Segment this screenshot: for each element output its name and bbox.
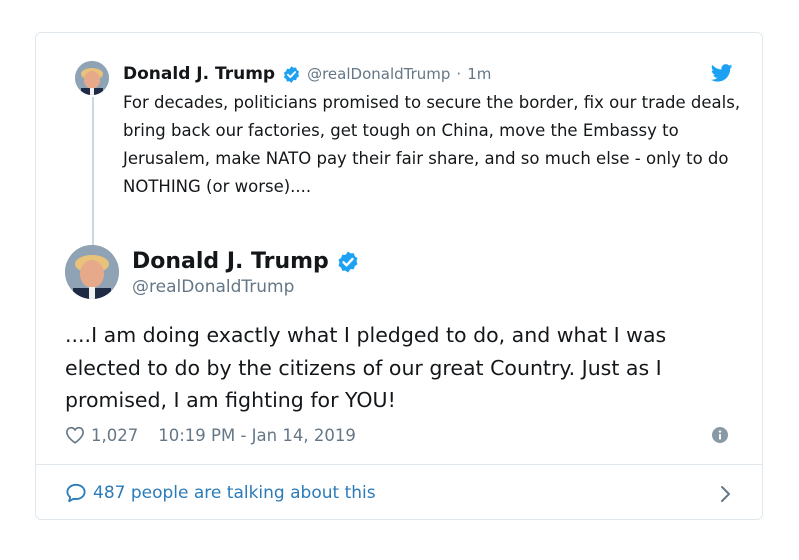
main-author-name[interactable]: Donald J. Trump	[132, 249, 329, 274]
like-count[interactable]: 1,027	[91, 426, 138, 445]
twitter-bird-icon[interactable]	[711, 64, 733, 82]
verified-badge-icon	[336, 250, 360, 274]
parent-tweet-text: For decades, politicians promised to sec…	[123, 93, 741, 196]
main-handle[interactable]: @realDonaldTrump	[132, 277, 294, 297]
speech-bubble-icon	[65, 483, 87, 503]
chevron-right-icon[interactable]	[719, 485, 731, 503]
separator-dot: ·	[456, 65, 462, 83]
info-icon[interactable]	[712, 427, 728, 443]
parent-handle[interactable]: @realDonaldTrump	[307, 65, 450, 83]
conversation-link[interactable]: 487 people are talking about this	[65, 479, 733, 507]
embedded-tweet-card: Donald J. Trump @realDonaldTrump · 1m Fo…	[35, 32, 763, 520]
main-author-row: Donald J. Trump	[132, 249, 360, 274]
talking-count-label: 487 people are talking about this	[93, 483, 376, 503]
verified-badge-icon	[282, 65, 301, 84]
main-avatar[interactable]	[65, 245, 119, 299]
tweet-meta-row: 1,027 10:19 PM - Jan 14, 2019	[65, 422, 356, 448]
parent-author-name[interactable]: Donald J. Trump	[123, 64, 275, 84]
parent-time[interactable]: 1m	[467, 65, 491, 83]
parent-tweet-header: Donald J. Trump @realDonaldTrump · 1m	[123, 62, 491, 86]
heart-icon[interactable]	[65, 426, 85, 444]
tweet-timestamp[interactable]: 10:19 PM - Jan 14, 2019	[158, 426, 356, 445]
parent-avatar[interactable]	[75, 61, 109, 95]
profile-photo-icon	[65, 245, 119, 299]
profile-photo-icon	[75, 61, 109, 95]
footer-divider	[36, 464, 762, 465]
main-tweet-text: ....I am doing exactly what I pledged to…	[65, 323, 667, 412]
